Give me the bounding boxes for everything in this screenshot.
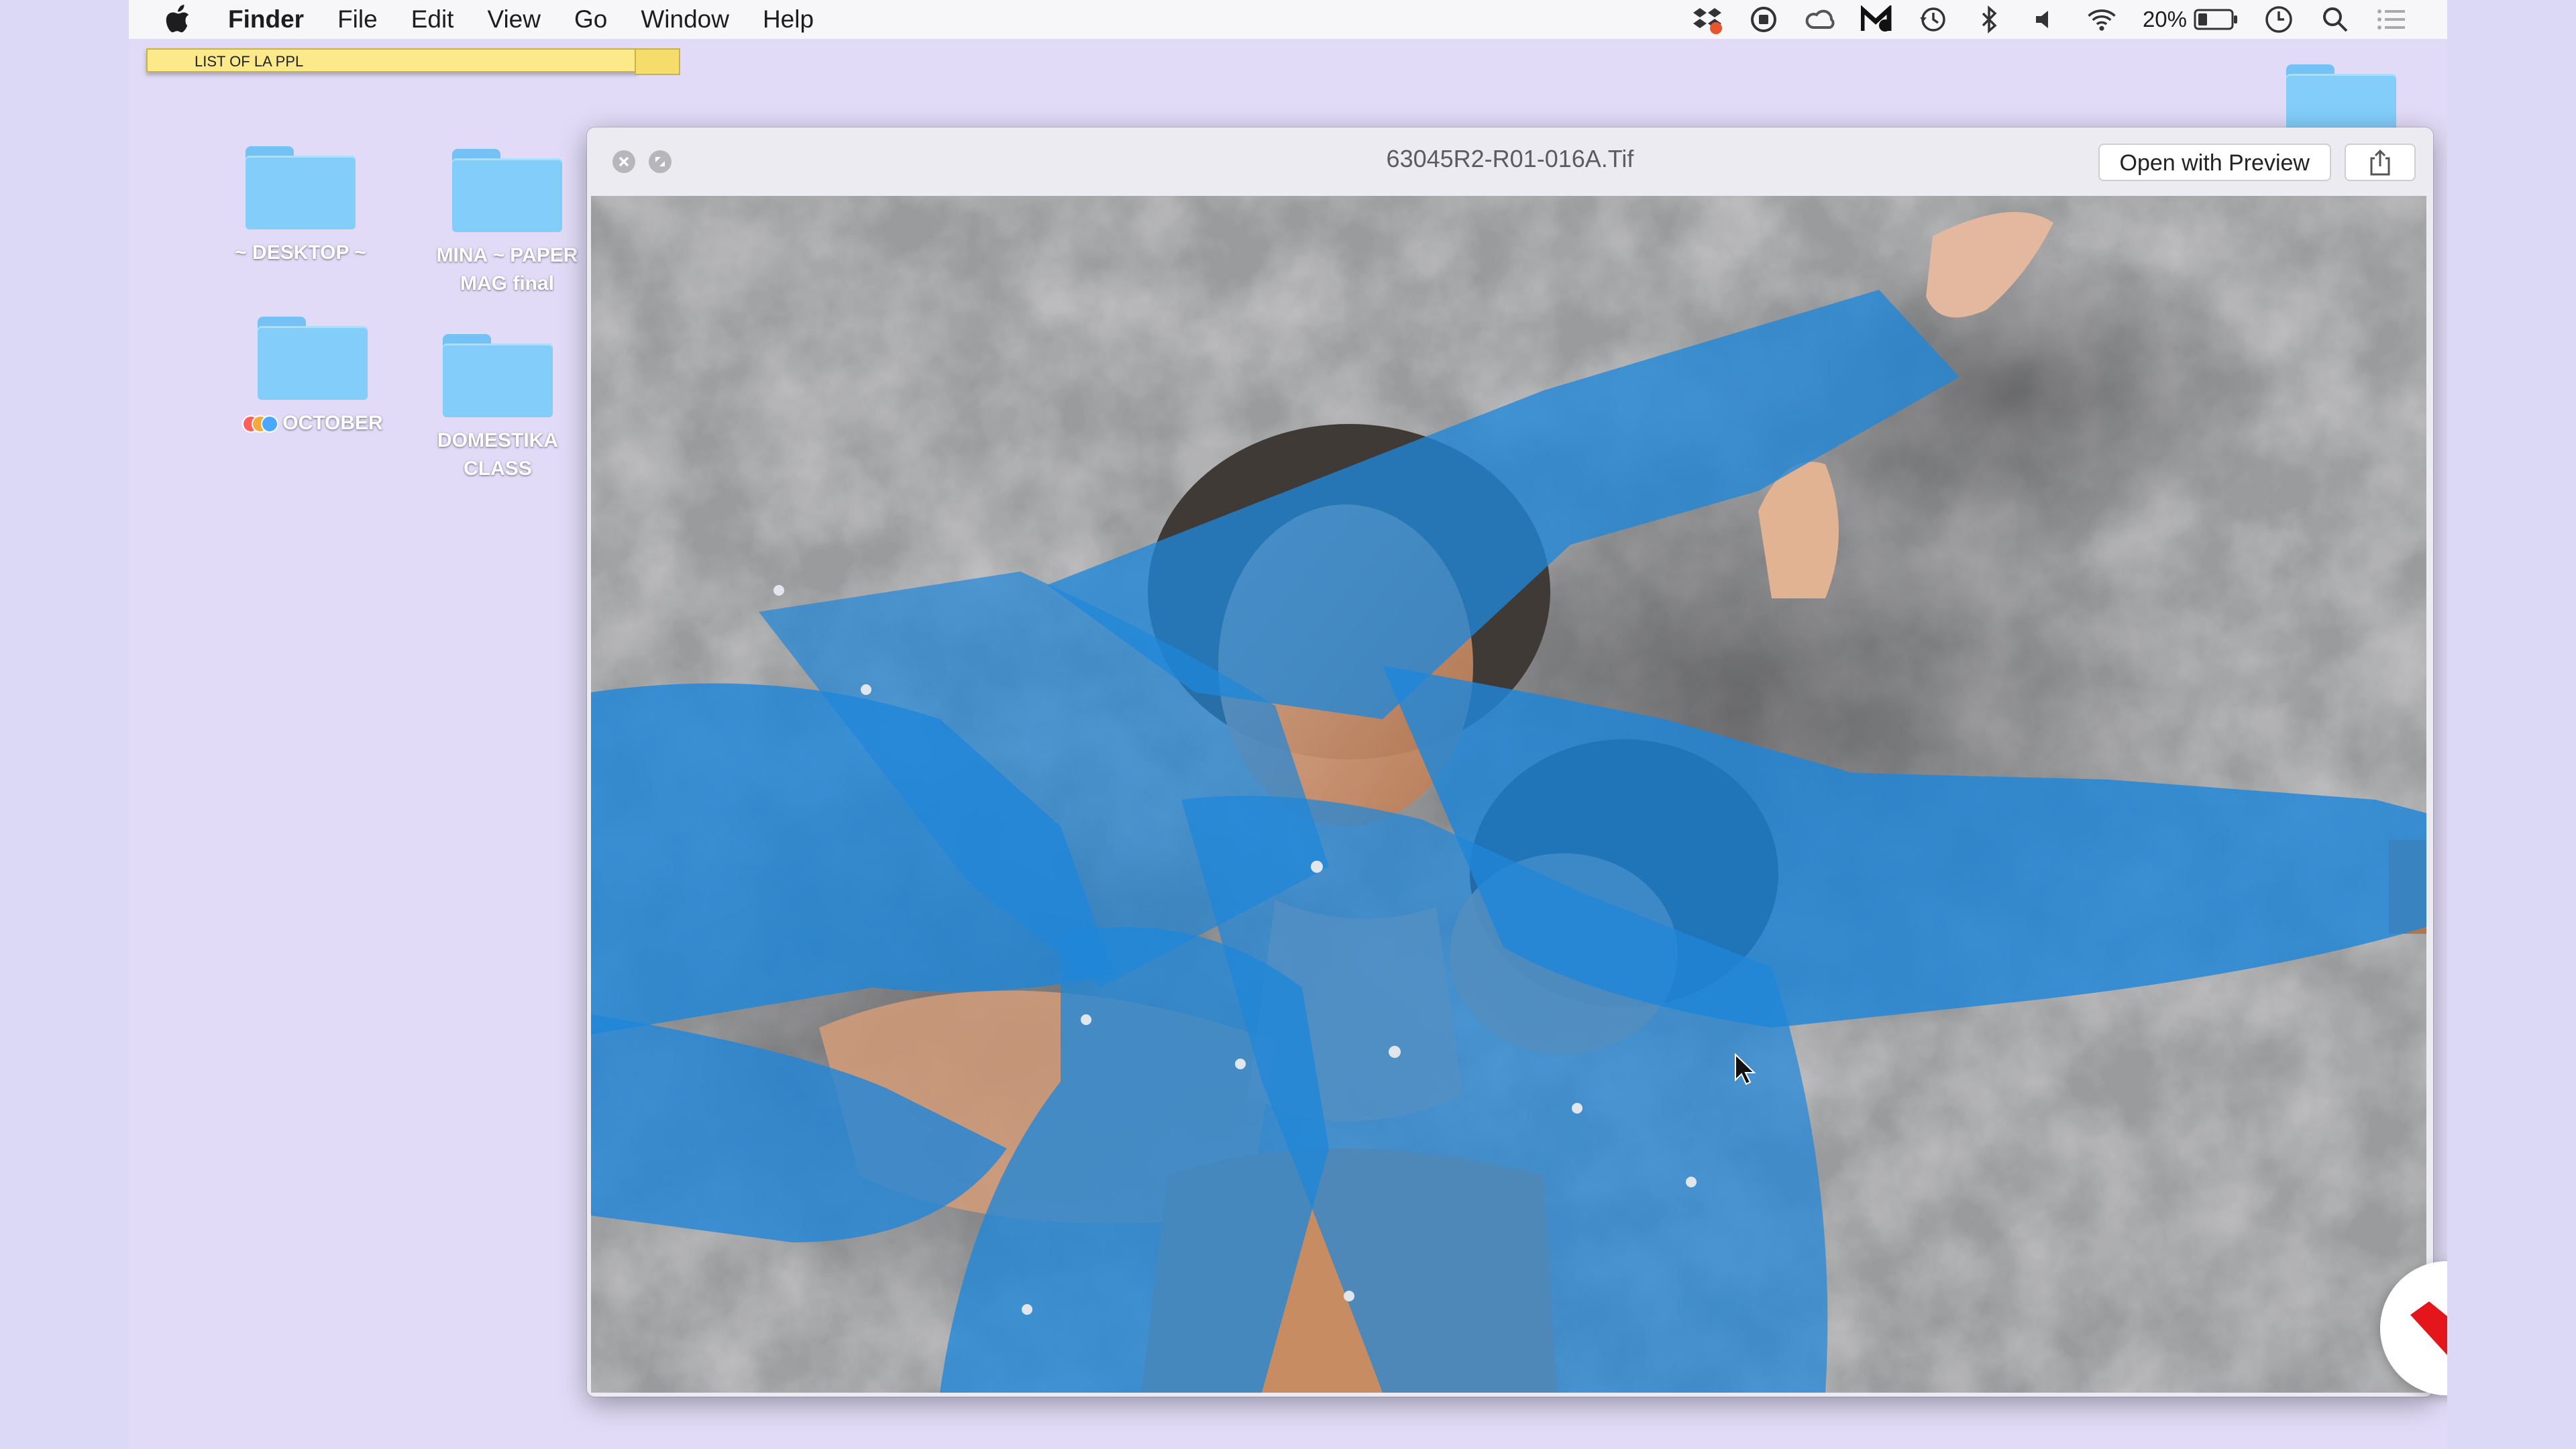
photo-preview bbox=[591, 196, 2426, 1393]
quick-look-window: 63045R2-R01-016A.Tif Open with Preview bbox=[587, 127, 2433, 1397]
volume-icon[interactable] bbox=[2030, 4, 2061, 35]
folder-icon bbox=[452, 149, 562, 232]
folder-label-line1: DOMESTIKA bbox=[437, 429, 558, 451]
time-machine-icon[interactable] bbox=[1917, 4, 1948, 35]
menu-go[interactable]: Go bbox=[574, 5, 607, 34]
dropbox-icon[interactable] bbox=[1692, 4, 1723, 35]
desktop: Finder File Edit View Go Window Help 20%… bbox=[129, 0, 2447, 1449]
folder-label: DOMESTIKA CLASS bbox=[411, 427, 585, 483]
creative-cloud-icon[interactable] bbox=[1805, 4, 1835, 35]
battery-icon[interactable] bbox=[2194, 4, 2238, 35]
desktop-folder-october[interactable]: OCTOBER bbox=[225, 317, 400, 437]
mail-app-icon[interactable] bbox=[1860, 4, 1892, 35]
menu-app-finder[interactable]: Finder bbox=[228, 5, 304, 34]
apple-logo-icon[interactable] bbox=[162, 4, 193, 35]
menu-view[interactable]: View bbox=[487, 5, 541, 34]
folder-label-line2: MAG final bbox=[460, 272, 554, 294]
notification-center-icon[interactable] bbox=[2376, 4, 2407, 35]
color-tags-icon bbox=[242, 415, 279, 433]
share-icon bbox=[2370, 149, 2390, 176]
folder-icon bbox=[246, 146, 356, 229]
status-area: 20% bbox=[1692, 0, 2447, 39]
sticky-note-text: LIST OF LA PPL bbox=[195, 53, 304, 70]
folder-label: OCTOBER bbox=[225, 409, 400, 437]
photo-illustration bbox=[591, 196, 2426, 1393]
sticky-note-flap bbox=[635, 48, 680, 75]
spotlight-search-icon[interactable] bbox=[2320, 4, 2351, 35]
folder-label-line2: CLASS bbox=[464, 458, 532, 480]
menu-bar: Finder File Edit View Go Window Help 20% bbox=[129, 0, 2447, 39]
menu-file[interactable]: File bbox=[337, 5, 378, 34]
folder-label-text: OCTOBER bbox=[282, 412, 383, 434]
folder-label-line1: MINA ~ PAPER bbox=[436, 244, 578, 266]
heart-logo-icon bbox=[2410, 1301, 2447, 1355]
desktop-folder-desktop[interactable]: ~ DESKTOP ~ bbox=[213, 146, 388, 267]
wifi-icon[interactable] bbox=[2086, 4, 2117, 35]
record-icon[interactable] bbox=[1748, 4, 1779, 35]
open-with-preview-button[interactable]: Open with Preview bbox=[2098, 144, 2331, 181]
sticky-note[interactable]: LIST OF LA PPL bbox=[146, 48, 680, 75]
folder-icon bbox=[443, 334, 553, 417]
menu-window[interactable]: Window bbox=[641, 5, 729, 34]
desktop-folder-mina-paper-mag[interactable]: MINA ~ PAPER MAG final bbox=[420, 149, 594, 298]
folder-label: MINA ~ PAPER MAG final bbox=[420, 241, 594, 298]
share-button[interactable] bbox=[2345, 144, 2416, 181]
folder-icon bbox=[258, 317, 368, 400]
menu-help[interactable]: Help bbox=[763, 5, 814, 34]
quick-look-titlebar[interactable]: 63045R2-R01-016A.Tif Open with Preview bbox=[587, 127, 2433, 197]
bluetooth-icon[interactable] bbox=[1974, 4, 2004, 35]
folder-label: ~ DESKTOP ~ bbox=[235, 241, 366, 264]
menu-edit[interactable]: Edit bbox=[411, 5, 454, 34]
desktop-folder-domestika-class[interactable]: DOMESTIKA CLASS bbox=[411, 334, 585, 483]
clock-icon[interactable] bbox=[2263, 4, 2294, 35]
battery-percent: 20% bbox=[2142, 7, 2187, 32]
